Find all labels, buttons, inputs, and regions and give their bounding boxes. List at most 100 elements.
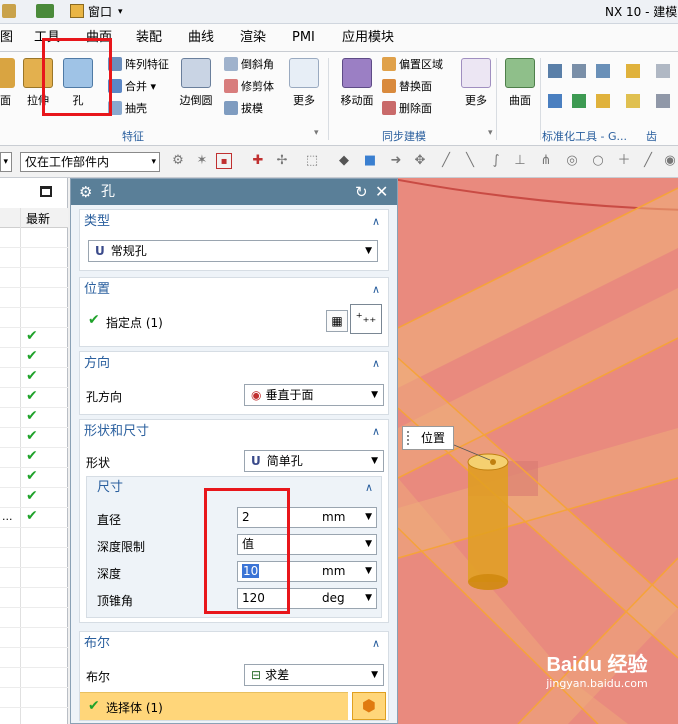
tree-row[interactable] <box>0 648 68 668</box>
line-icon[interactable]: ╲ <box>462 153 478 169</box>
graphics-viewport[interactable]: 位置 Baidu 经验 jingyan.baidu.com <box>398 178 678 724</box>
arrow-icon[interactable]: ➜ <box>388 153 404 169</box>
tool-icon[interactable] <box>596 94 610 108</box>
tool-icon[interactable] <box>626 94 640 108</box>
circle-center-icon[interactable]: ◎ <box>564 153 580 169</box>
intersection-icon[interactable]: ⋔ <box>538 153 554 169</box>
hole-type-dropdown[interactable]: U 常规孔 ▼ <box>88 240 378 262</box>
collapse-icon[interactable]: ∧ <box>365 477 373 499</box>
tool-icon[interactable] <box>572 94 586 108</box>
more-feature-button[interactable]: 更多 <box>282 56 326 120</box>
tree-row[interactable] <box>0 288 68 308</box>
menu-application[interactable]: 应用模块 <box>342 24 394 52</box>
solid-icon[interactable]: ■ <box>362 153 378 169</box>
tree-row[interactable]: ✔ <box>0 328 68 348</box>
unite-button[interactable]: 合并 ▾ <box>108 78 156 96</box>
curve-icon[interactable]: ∫ <box>488 153 504 169</box>
window-switch-icon[interactable] <box>36 4 54 18</box>
quick-access-icon[interactable] <box>2 4 16 18</box>
tree-row[interactable] <box>0 668 68 688</box>
drag-handle-icon[interactable] <box>407 431 413 445</box>
draft-button[interactable]: 拔模 <box>224 100 263 118</box>
collapse-icon[interactable]: ∧ <box>372 632 380 656</box>
diameter-unit[interactable]: mm <box>322 508 345 527</box>
more-sync-button[interactable]: 更多 <box>454 56 498 120</box>
tool-icon[interactable] <box>656 64 670 78</box>
group-expand-icon[interactable]: ▾ <box>488 128 493 138</box>
circle-icon[interactable]: ○ <box>590 153 606 169</box>
snap-icon[interactable]: ⚙ <box>170 153 186 169</box>
collapse-icon[interactable]: ∧ <box>372 210 380 234</box>
tree-row[interactable] <box>0 248 68 268</box>
tree-row[interactable] <box>0 628 68 648</box>
point-dialog-icon[interactable]: ⁺₊₊ <box>350 304 382 334</box>
tree-row[interactable] <box>0 268 68 288</box>
rect-select-icon[interactable]: ⬚ <box>304 153 320 169</box>
tree-row[interactable] <box>0 608 68 628</box>
point-snap-icon[interactable]: ✚ <box>250 153 266 169</box>
filter-icon[interactable]: ✶ <box>194 153 210 169</box>
group-expand-icon[interactable]: ▾ <box>314 128 319 138</box>
collapse-icon[interactable]: ∧ <box>372 278 380 302</box>
scope-filter-combo[interactable]: 仅在工作部件内 ▾ <box>20 152 160 172</box>
move-icon[interactable]: ✥ <box>412 153 428 169</box>
chevron-down-icon[interactable]: ▼ <box>365 589 372 608</box>
tree-row[interactable]: ✔ <box>0 428 68 448</box>
point-icon[interactable]: ◉ <box>662 153 678 169</box>
chevron-down-icon[interactable]: ▼ <box>365 508 372 527</box>
end-point-icon[interactable]: ✢ <box>274 153 290 169</box>
close-icon[interactable]: ✕ <box>375 179 388 205</box>
tool-icon[interactable] <box>572 64 586 78</box>
tree-row[interactable] <box>0 308 68 328</box>
tree-row[interactable] <box>0 688 68 708</box>
select-body-row[interactable]: ✔ 选择体 (1) <box>80 692 348 720</box>
tree-row[interactable]: ✔ <box>0 348 68 368</box>
tip-angle-unit[interactable]: deg <box>322 589 345 608</box>
line-icon[interactable]: ╱ <box>438 153 454 169</box>
section-header-shape[interactable]: 形状和尺寸 ∧ <box>80 420 388 444</box>
dialog-title-bar[interactable]: ⚙ 孔 ↻ ✕ <box>71 179 397 205</box>
tree-row[interactable] <box>0 528 68 548</box>
body-select-icon[interactable]: ◆ <box>336 153 352 169</box>
trim-body-button[interactable]: 修剪体 <box>224 78 274 96</box>
boolean-dropdown[interactable]: ⊟ 求差 ▼ <box>244 664 384 686</box>
shape-dropdown[interactable]: U 简单孔 ▼ <box>244 450 384 472</box>
maximize-icon[interactable] <box>40 186 52 197</box>
position-tag[interactable]: 位置 <box>402 426 454 450</box>
section-header-position[interactable]: 位置 ∧ <box>80 278 388 302</box>
tree-row[interactable]: ✔ <box>0 468 68 488</box>
tree-row[interactable] <box>0 228 68 248</box>
menu-assembly[interactable]: 装配 <box>136 24 162 52</box>
slash-icon[interactable]: ╱ <box>640 153 656 169</box>
type-filter-combo[interactable]: ▾ <box>0 152 12 172</box>
surface-button[interactable]: 曲面 <box>498 56 542 120</box>
menu-render[interactable]: 渲染 <box>240 24 266 52</box>
tree-row[interactable]: ✔ <box>0 408 68 428</box>
tree-row[interactable] <box>0 588 68 608</box>
sketch-section-icon[interactable]: ▦ <box>326 310 348 332</box>
collapse-icon[interactable]: ∧ <box>372 420 380 444</box>
chevron-down-icon[interactable]: ▾ <box>118 0 123 24</box>
tree-row[interactable]: ✔ <box>0 368 68 388</box>
tree-row[interactable]: ✔ <box>0 448 68 468</box>
menu-pmi[interactable]: PMI <box>292 24 315 52</box>
tangent-icon[interactable]: ⊥ <box>512 153 528 169</box>
offset-region-button[interactable]: 偏置区域 <box>382 56 443 74</box>
collapse-icon[interactable]: ∧ <box>372 352 380 376</box>
select-body-icon[interactable]: ⬢ <box>352 692 386 720</box>
gear-icon[interactable]: ⚙ <box>79 179 92 205</box>
chamfer-button[interactable]: 倒斜角 <box>224 56 274 74</box>
tree-row[interactable] <box>0 568 68 588</box>
depth-unit[interactable]: mm <box>322 562 345 581</box>
delete-face-button[interactable]: 删除面 <box>382 100 432 118</box>
shell-button[interactable]: 抽壳 <box>108 100 147 118</box>
tree-row[interactable] <box>0 548 68 568</box>
reset-icon[interactable]: ↻ <box>355 179 368 205</box>
select-box-icon[interactable]: ▪ <box>216 153 232 169</box>
menu-curve[interactable]: 曲线 <box>188 24 214 52</box>
move-face-button[interactable]: 移动面 <box>334 56 380 120</box>
tool-icon[interactable] <box>596 64 610 78</box>
replace-face-button[interactable]: 替换面 <box>382 78 432 96</box>
crosshair-icon[interactable]: ＋ <box>616 153 632 169</box>
tool-icon[interactable] <box>548 94 562 108</box>
